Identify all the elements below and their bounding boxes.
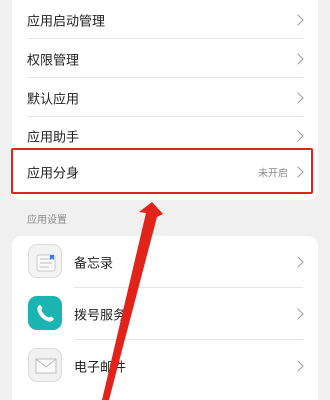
chevron-right-icon: [292, 91, 304, 104]
app-item-dialer[interactable]: 拨号服务: [12, 288, 318, 340]
app-item-notes[interactable]: 备忘录: [12, 236, 318, 288]
menu-item-permission-management[interactable]: 权限管理: [12, 39, 318, 78]
menu-item-label: 应用启动管理: [27, 14, 106, 29]
menu-item-label: 应用助手: [27, 130, 80, 145]
menu-item-label: 权限管理: [27, 53, 80, 68]
menu-item-label: 默认应用: [27, 92, 80, 107]
app-item-email[interactable]: 电子邮件: [12, 340, 318, 392]
section-title: 应用设置: [27, 215, 67, 226]
chevron-right-icon: [292, 129, 304, 142]
chevron-right-icon: [292, 256, 304, 268]
chevron-right-icon: [292, 360, 304, 372]
notes-icon: [28, 244, 62, 278]
highlight-box: [11, 148, 313, 194]
phone-icon: [28, 296, 62, 330]
chevron-right-icon: [292, 308, 304, 320]
mail-icon: [28, 348, 62, 382]
app-item-label: 备忘录: [74, 256, 114, 272]
chevron-right-icon: [292, 13, 304, 26]
menu-item-app-launch-management[interactable]: 应用启动管理: [12, 0, 318, 39]
chevron-right-icon: [292, 52, 304, 65]
menu-item-default-apps[interactable]: 默认应用: [12, 78, 318, 117]
app-item-label: 拨号服务: [74, 308, 127, 324]
app-item-label: 电子邮件: [74, 360, 127, 376]
